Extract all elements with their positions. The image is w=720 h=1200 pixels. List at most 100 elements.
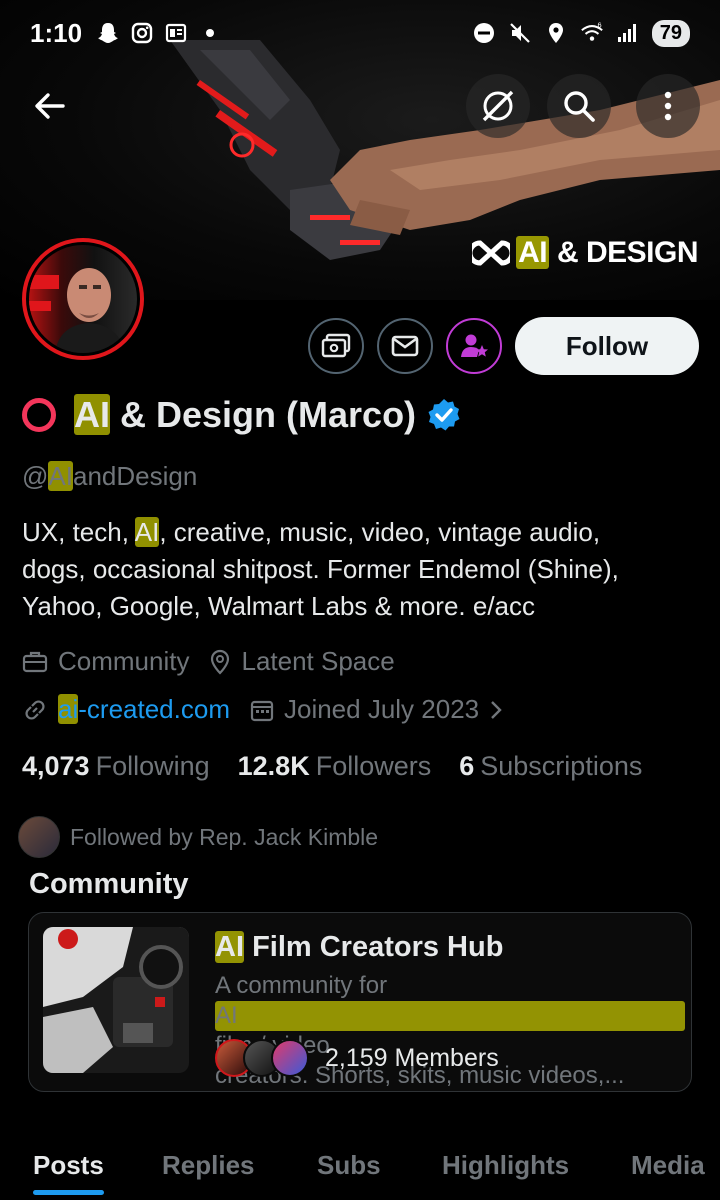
follow-button[interactable]: Follow: [515, 317, 699, 375]
category-label: Community: [58, 646, 190, 676]
following-count: 4,073: [22, 751, 90, 781]
tip-button[interactable]: [308, 318, 364, 374]
bio-text: UX, tech,: [22, 517, 135, 547]
mute-icon: [508, 21, 532, 45]
community-name-text: Film Creators Hub: [252, 931, 504, 963]
tab-replies[interactable]: Replies: [162, 1150, 255, 1181]
profile-meta-row-2: ai-created.com Joined July 2023: [22, 694, 523, 725]
followers-label: Followers: [315, 751, 432, 781]
followers-stat[interactable]: 12.8K Followers: [238, 751, 432, 782]
community-members: 2,159 Members: [215, 1039, 499, 1077]
search-button[interactable]: [547, 74, 611, 138]
display-name: AI & Design (Marco): [74, 394, 416, 436]
back-button[interactable]: [18, 74, 82, 138]
snapchat-icon: [96, 21, 120, 45]
search-icon: [564, 91, 595, 122]
profile-website[interactable]: ai-created.com: [22, 694, 230, 725]
red-circle-icon: [22, 398, 56, 432]
chevron-right-icon: [491, 700, 502, 719]
subscriptions-label: Subscriptions: [480, 751, 643, 781]
news-icon: [164, 21, 188, 45]
profile-stats: 4,073 Following 12.8K Followers 6 Subscript…: [22, 751, 642, 782]
members-count: 2,159 Members: [325, 1043, 499, 1072]
notification-dot-icon: [198, 21, 222, 45]
profile-avatar[interactable]: [22, 238, 144, 360]
grok-button[interactable]: [466, 74, 530, 138]
community-card[interactable]: AI Film Creators Hub A community for AI …: [28, 912, 692, 1092]
briefcase-icon: [22, 651, 48, 672]
website-highlight: ai: [58, 694, 79, 724]
community-name: AI Film Creators Hub: [215, 931, 503, 964]
tab-label: Posts: [33, 1150, 104, 1180]
instagram-icon: [130, 21, 154, 45]
follower-avatar: [18, 816, 60, 858]
followed-by[interactable]: Followed by Rep. Jack Kimble: [18, 816, 378, 858]
location-icon: [544, 21, 568, 45]
handle-highlight: AI: [48, 461, 73, 491]
profile-category: Community: [22, 646, 189, 677]
bio-line: UX, tech, AI, creative, music, video, vi…: [22, 514, 702, 551]
banner-logo-text: & DESIGN: [556, 236, 699, 269]
community-name-highlight: AI: [215, 931, 244, 963]
community-section-title: Community: [29, 868, 189, 900]
link-icon: [25, 699, 45, 720]
handle-text: andDesign: [72, 461, 198, 491]
community-desc-highlight: AI: [215, 1001, 685, 1031]
display-name-row: AI & Design (Marco): [22, 394, 462, 436]
calendar-icon: [250, 700, 274, 721]
tab-highlights[interactable]: Highlights: [442, 1150, 569, 1181]
handle-at: @: [22, 461, 49, 491]
active-tab-indicator: [33, 1190, 104, 1195]
profile-location: Latent Space: [209, 646, 395, 677]
profile-handle: @AIandDesign: [22, 461, 197, 492]
verified-badge-icon[interactable]: [426, 397, 462, 433]
subscribe-button[interactable]: [446, 318, 502, 374]
subscriptions-stat[interactable]: 6 Subscriptions: [459, 751, 642, 782]
profile-meta-row-1: Community Latent Space: [22, 646, 415, 677]
message-button[interactable]: [377, 318, 433, 374]
following-label: Following: [95, 751, 210, 781]
subscriptions-count: 6: [459, 751, 475, 781]
banner-logo-highlight: AI: [516, 236, 550, 269]
profile-joined[interactable]: Joined July 2023: [250, 694, 503, 725]
tab-subs[interactable]: Subs: [317, 1150, 381, 1181]
svg-text:6: 6: [597, 21, 601, 29]
joined-label: Joined July 2023: [283, 694, 480, 724]
community-image: [43, 927, 189, 1073]
bio-highlight: AI: [134, 517, 160, 547]
display-name-text: & Design (Marco): [120, 394, 417, 435]
followers-count: 12.8K: [237, 751, 310, 781]
location-label: Latent Space: [241, 646, 395, 676]
profile-bio: UX, tech, AI, creative, music, video, vi…: [22, 514, 702, 625]
battery-indicator: 79: [651, 19, 690, 47]
status-bar: 1:10 6 79: [0, 0, 720, 66]
bio-line: dogs, occasional shitpost. Former Endemo…: [22, 554, 619, 584]
website-text: -created.com: [78, 694, 230, 724]
website-link[interactable]: ai-created.com: [58, 694, 230, 725]
more-options-button[interactable]: [636, 74, 700, 138]
community-desc-text: A community for: [215, 972, 388, 999]
bio-text: , creative, music, video, vintage audio,: [159, 517, 601, 547]
following-stat[interactable]: 4,073 Following: [22, 751, 210, 782]
cell-signal-icon: [616, 21, 640, 45]
profile-tabs: Posts Replies Subs Highlights Media: [0, 1140, 720, 1200]
money-icon: [321, 333, 351, 358]
subscribe-user-star-icon: [461, 334, 488, 357]
do-not-disturb-icon: [472, 21, 496, 45]
bio-line: Yahoo, Google, Walmart Labs & more. e/ac…: [22, 591, 536, 621]
arrow-left-icon: [35, 93, 65, 119]
display-name-highlight: AI: [74, 394, 110, 435]
member-avatar: [271, 1039, 309, 1077]
location-pin-icon: [211, 649, 230, 675]
grok-icon: [482, 90, 514, 122]
followed-by-text: Followed by Rep. Jack Kimble: [70, 823, 379, 850]
tab-posts[interactable]: Posts: [33, 1150, 104, 1195]
wifi-icon: 6: [580, 21, 604, 45]
envelope-icon: [391, 335, 419, 357]
more-vertical-icon: [664, 91, 672, 121]
avatar-photo: [29, 268, 125, 353]
status-time: 1:10: [30, 17, 83, 48]
infinity-logo-icon: [472, 240, 511, 266]
tab-media[interactable]: Media: [631, 1150, 705, 1181]
banner-logo: AI & DESIGN: [472, 236, 699, 270]
